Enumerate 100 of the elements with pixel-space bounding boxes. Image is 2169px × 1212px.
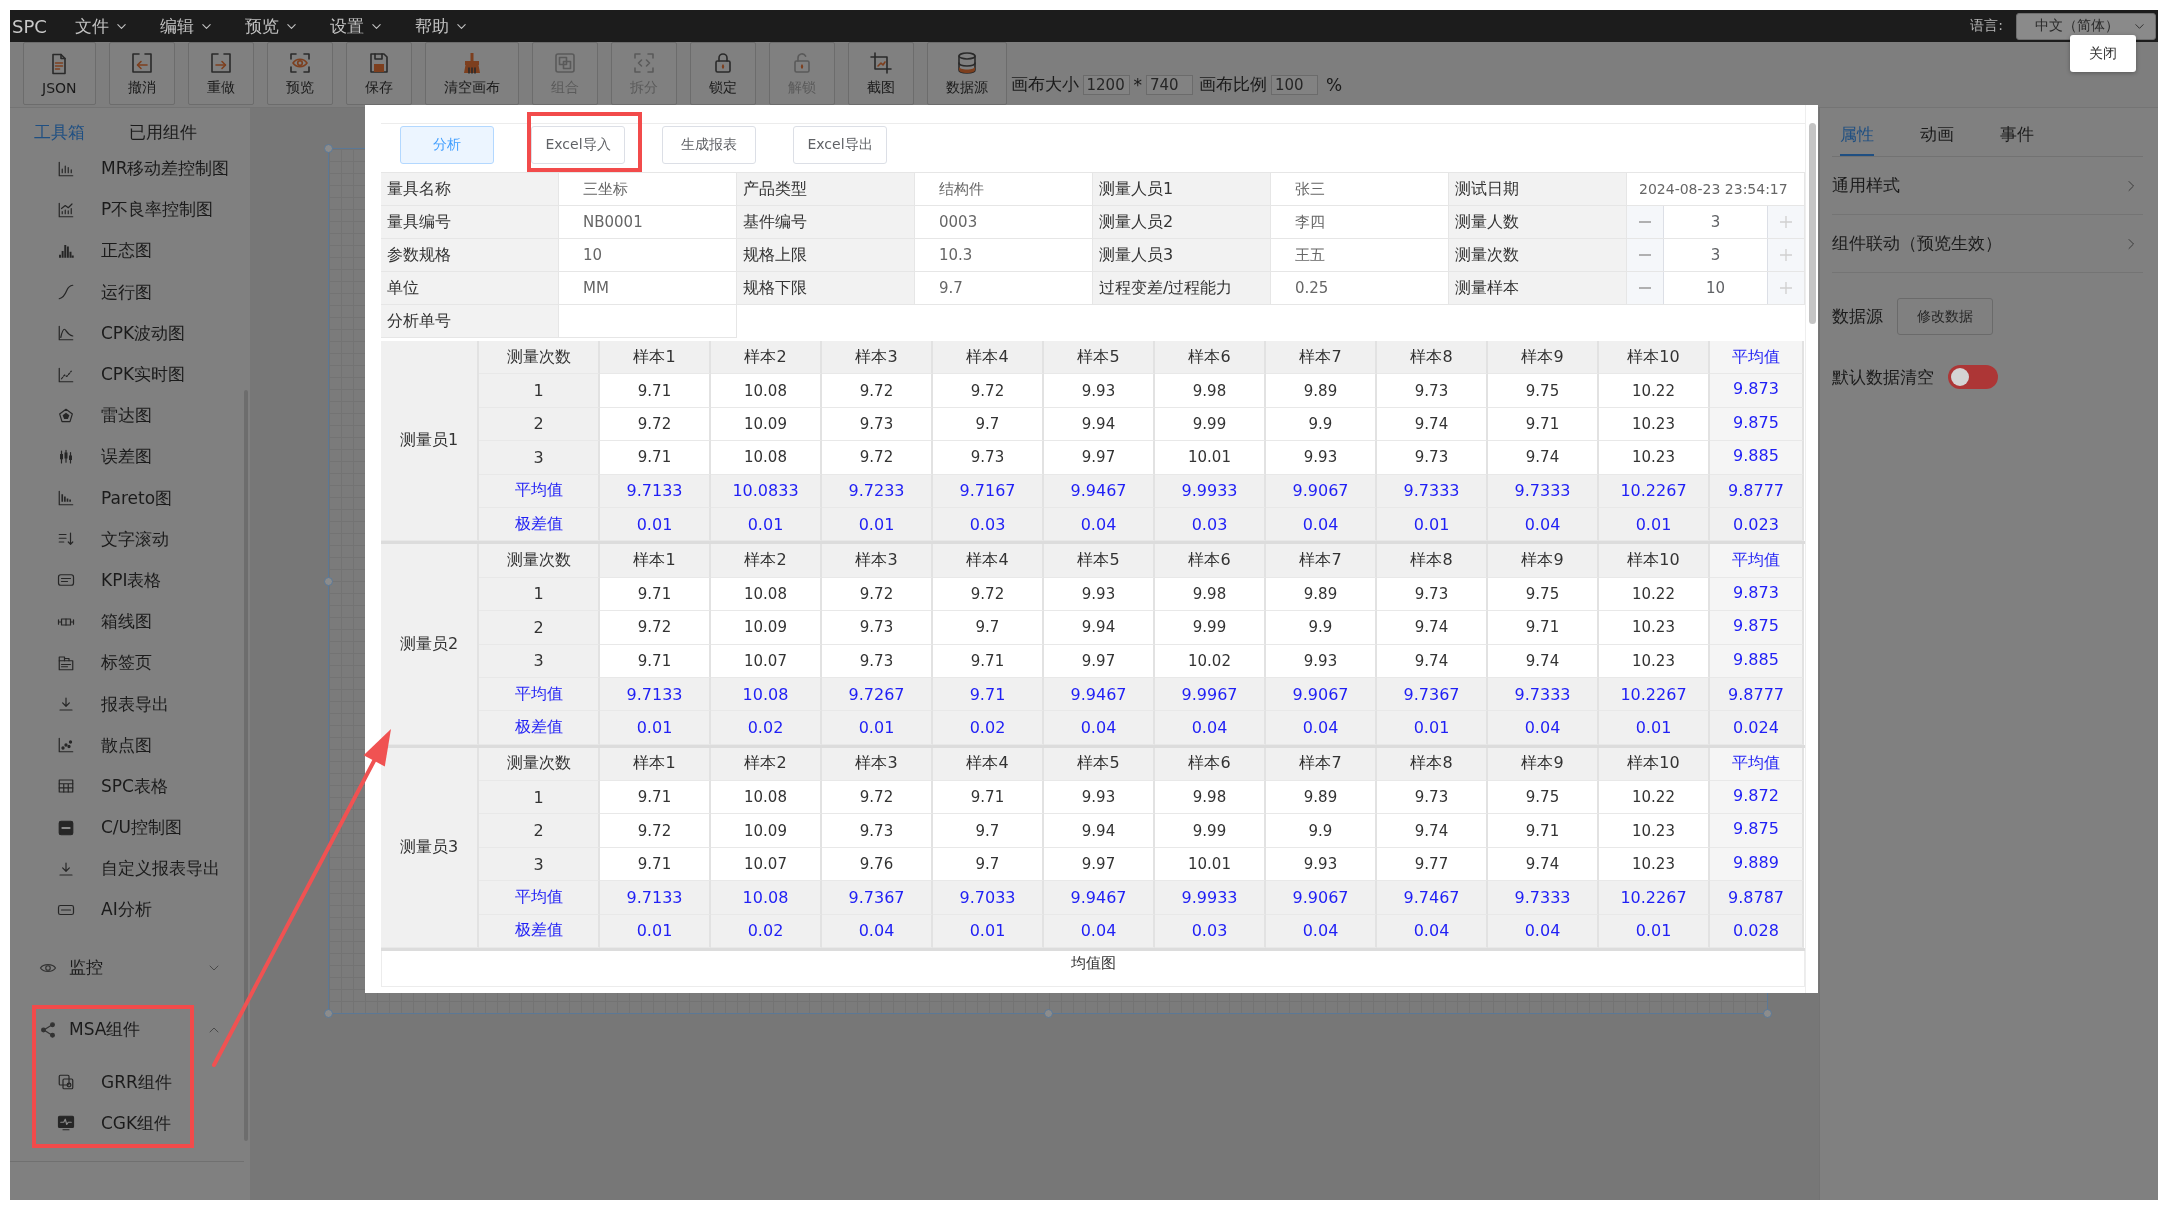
field-label: 规格上限 — [737, 239, 915, 272]
panel-tab[interactable]: 事件 — [2000, 108, 2034, 156]
component-item[interactable]: 雷达图 — [10, 395, 244, 437]
table-cell: 0.01 — [822, 711, 933, 745]
input-field[interactable]: 张三 — [1271, 173, 1449, 206]
column-header: 样本8 — [1377, 341, 1488, 375]
input-field[interactable]: 三坐标 — [559, 173, 737, 206]
resize-handle[interactable] — [324, 144, 333, 153]
component-item[interactable]: GRR组件 — [36, 1061, 190, 1103]
menu-item[interactable]: 帮助 — [414, 14, 467, 38]
field-label: 测量次数 — [1449, 239, 1627, 272]
resize-handle[interactable] — [324, 1009, 333, 1018]
table-cell: 9.74 — [1377, 407, 1488, 442]
component-item[interactable]: CGK组件 — [36, 1102, 190, 1144]
table-cell: 9.74 — [1377, 611, 1488, 645]
component-item[interactable]: 箱线图 — [10, 601, 244, 643]
decrement-button[interactable] — [1627, 239, 1664, 271]
toolbar-button[interactable]: 数据源 — [926, 42, 1007, 105]
component-item[interactable]: 正态图 — [10, 230, 244, 272]
decrement-button[interactable] — [1627, 206, 1664, 238]
input-field[interactable]: 李四 — [1271, 206, 1449, 239]
table-cell: 9.73 — [1377, 781, 1488, 815]
number-stepper[interactable]: 3 — [1627, 206, 1805, 239]
component-item[interactable]: 运行图 — [10, 271, 244, 313]
component-item[interactable]: KPI表格 — [10, 559, 244, 602]
dashed-line-chart-icon — [57, 365, 75, 384]
component-item[interactable]: MR移动差控制图 — [10, 148, 244, 190]
section-header[interactable]: 通用样式 — [1832, 157, 2143, 215]
plus-icon — [1779, 248, 1793, 262]
number-stepper[interactable]: 10 — [1627, 272, 1805, 305]
column-header: 样本8 — [1377, 747, 1488, 782]
table-cell: 10.08 — [711, 577, 822, 612]
group-header[interactable]: MSA组件 — [36, 1008, 190, 1051]
toolbar-button[interactable]: 预览 — [266, 42, 333, 105]
panel-tab[interactable]: 动画 — [1920, 108, 1954, 156]
component-item[interactable]: 自定义报表导出 — [10, 848, 244, 890]
table-cell: 9.71 — [1488, 407, 1599, 442]
language-select[interactable]: 中文（简体） — [2016, 12, 2156, 40]
table-cell: 9.74 — [1377, 644, 1488, 678]
component-item[interactable]: SPC表格 — [10, 765, 244, 807]
component-item[interactable]: P不良率控制图 — [10, 189, 244, 231]
date-field[interactable]: 2024-08-23 23:54:17 — [1627, 173, 1805, 206]
toolbar-button[interactable]: 截图 — [847, 42, 914, 105]
resize-handle[interactable] — [324, 577, 333, 586]
menu-item[interactable]: 编辑 — [159, 14, 212, 38]
input-field[interactable]: 10 — [559, 239, 737, 272]
dialog-button[interactable]: Excel导入 — [531, 126, 625, 164]
menu-item[interactable]: 设置 — [329, 14, 382, 38]
scale-input[interactable]: 100 — [1271, 74, 1318, 95]
dialog-button[interactable]: 分析 — [400, 126, 494, 164]
input-field[interactable]: 10.3 — [915, 239, 1093, 272]
section-header[interactable]: 组件联动（预览生效） — [1832, 215, 2143, 273]
dialog-button[interactable]: 生成报表 — [662, 126, 756, 164]
component-item[interactable]: 文字滚动 — [10, 518, 244, 560]
input-field[interactable]: NB0001 — [559, 206, 737, 239]
resize-handle[interactable] — [1044, 1009, 1053, 1018]
input-field[interactable]: 9.7 — [915, 272, 1093, 305]
component-item[interactable]: Pareto图 — [10, 477, 244, 519]
resize-handle[interactable] — [1763, 1009, 1772, 1018]
input-field[interactable] — [559, 305, 737, 338]
number-stepper[interactable]: 3 — [1627, 239, 1805, 272]
toolbar-button[interactable]: JSON — [23, 42, 96, 105]
scrollbar[interactable] — [1809, 123, 1816, 324]
group-header[interactable]: 监控 — [36, 946, 190, 989]
width-input[interactable]: 1200 — [1082, 74, 1130, 95]
table-cell: 9.885 — [1710, 441, 1804, 475]
height-input[interactable]: 740 — [1146, 74, 1193, 95]
menu-item[interactable]: 文件 — [74, 14, 127, 38]
component-item[interactable]: CPK实时图 — [10, 353, 244, 396]
table-cell: 9.72 — [822, 781, 933, 815]
table-cell: 0.04 — [1488, 711, 1599, 745]
sidebar-tab[interactable]: 已用组件 — [129, 121, 197, 148]
toggle-switch[interactable] — [1948, 365, 1998, 389]
table-cell: 9.875 — [1710, 611, 1804, 645]
component-item[interactable]: 报表导出 — [10, 683, 244, 725]
component-item[interactable]: 标签页 — [10, 642, 244, 684]
component-item[interactable]: CPK波动图 — [10, 312, 244, 354]
toolbar-button[interactable]: 锁定 — [689, 42, 756, 105]
input-field[interactable]: MM — [559, 272, 737, 305]
column-header: 样本8 — [1377, 544, 1488, 578]
toolbar-button[interactable]: 撤消 — [108, 42, 175, 105]
component-item[interactable]: AI分析 — [10, 889, 244, 931]
toolbar-button[interactable]: 清空画布 — [424, 42, 519, 105]
edit-data-button[interactable]: 修改数据 — [1897, 298, 1993, 335]
input-field[interactable]: 0003 — [915, 206, 1093, 239]
decrement-button[interactable] — [1627, 272, 1664, 304]
close-button[interactable]: 关闭 — [2070, 35, 2136, 72]
component-item[interactable]: 散点图 — [10, 724, 244, 766]
dialog-button[interactable]: Excel导出 — [793, 126, 887, 164]
toolbar-button[interactable]: 重做 — [187, 42, 254, 105]
toolbar-button[interactable]: 保存 — [345, 42, 412, 105]
input-field[interactable]: 王五 — [1271, 239, 1449, 272]
component-item[interactable]: C/U控制图 — [10, 807, 244, 849]
table-cell: 10.23 — [1599, 644, 1710, 678]
input-field[interactable]: 结构件 — [915, 173, 1093, 206]
input-field[interactable]: 0.25 — [1271, 272, 1449, 305]
menu-item[interactable]: 预览 — [244, 14, 297, 38]
column-header: 样本1 — [600, 544, 711, 578]
table-cell: 0.01 — [711, 507, 822, 542]
component-item[interactable]: 误差图 — [10, 436, 244, 478]
